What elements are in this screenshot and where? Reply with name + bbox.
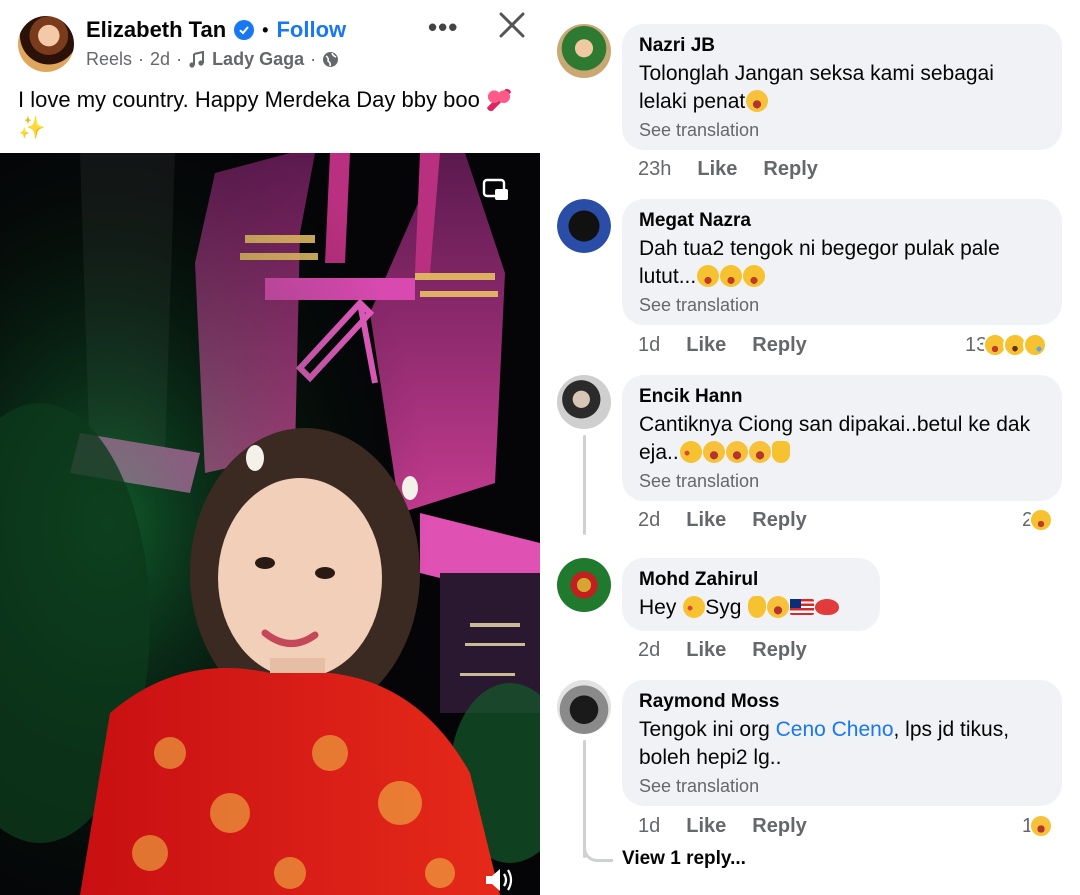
comment-text: Dah tua2 tengok ni begegor pulak pale lu… <box>639 237 1000 288</box>
folded-hands-emoji <box>771 441 790 463</box>
comment-bubble: Mohd Zahirul Hey Syg <box>622 558 880 631</box>
comment-author[interactable]: Mohd Zahirul <box>639 568 862 591</box>
haha-reaction-icon <box>1029 508 1054 532</box>
post-type: Reels <box>86 49 133 69</box>
close-icon[interactable] <box>495 8 529 42</box>
sad-reaction-icon <box>1023 333 1048 357</box>
care-reaction-icon <box>1029 814 1054 838</box>
post-meta: Reels · 2d · Lady Gaga · <box>86 49 339 70</box>
thread-line <box>583 435 586 535</box>
rofl-emoji <box>725 441 748 463</box>
like-button[interactable]: Like <box>697 158 737 181</box>
commenter-avatar[interactable] <box>557 199 611 253</box>
like-button[interactable]: Like <box>686 639 726 662</box>
reel-video[interactable] <box>0 153 540 895</box>
comments-panel: Nazri JB Tolonglah Jangan seksa kami seb… <box>540 0 1080 895</box>
globe-icon <box>323 52 339 67</box>
reaction-summary[interactable]: 13 <box>965 333 1048 357</box>
comment-author[interactable]: Nazri JB <box>639 34 1044 57</box>
rofl-emoji <box>748 441 771 463</box>
thread-curve <box>583 840 613 862</box>
mention-link[interactable]: Ceno Cheno <box>776 718 894 741</box>
squinting-tongue-emoji <box>720 265 743 287</box>
reel-post: Elizabeth Tan • Follow Reels · 2d · Lady… <box>0 0 540 895</box>
comment-text: Tolonglah Jangan seksa kami sebagai lela… <box>639 62 994 113</box>
comment-time[interactable]: 1d <box>638 334 660 357</box>
verified-badge-icon <box>234 20 255 40</box>
comment-bubble: Encik Hann Cantiknya Ciong san dipakai..… <box>622 375 1062 501</box>
comment-author[interactable]: Raymond Moss <box>639 690 1044 713</box>
follow-button[interactable]: Follow <box>276 17 346 43</box>
comment-actions: 2d Like Reply <box>638 509 807 532</box>
squinting-tongue-emoji <box>743 265 766 287</box>
author-name[interactable]: Elizabeth Tan <box>86 17 226 43</box>
like-button[interactable]: Like <box>686 509 726 532</box>
reaction-summary[interactable]: 1 <box>1022 814 1054 838</box>
comment-time[interactable]: 23h <box>638 158 671 181</box>
hugging-emoji <box>767 596 790 618</box>
comment-actions: 23h Like Reply <box>638 158 818 181</box>
squinting-tongue-emoji <box>697 265 720 287</box>
comment-bubble: Raymond Moss Tengok ini org Ceno Cheno, … <box>622 680 1062 806</box>
reply-button[interactable]: Reply <box>752 334 806 357</box>
reply-button[interactable]: Reply <box>752 509 806 532</box>
separator-dot: • <box>262 19 269 40</box>
comment-author[interactable]: Megat Nazra <box>639 209 1044 232</box>
see-translation-link[interactable]: See translation <box>639 470 1044 492</box>
comment-time[interactable]: 1d <box>638 815 660 838</box>
comment-actions: 1d Like Reply <box>638 334 807 357</box>
like-button[interactable]: Like <box>686 334 726 357</box>
see-translation-link[interactable]: See translation <box>639 775 1044 797</box>
yawn-emoji <box>679 441 702 463</box>
view-replies-link[interactable]: View 1 reply... <box>622 848 746 870</box>
music-note-icon <box>189 50 205 68</box>
video-frame <box>0 153 540 895</box>
comment-text: Cantiknya Ciong san dipakai..betul ke da… <box>639 413 1031 464</box>
sound-icon[interactable] <box>482 865 516 895</box>
comment-time[interactable]: 2d <box>638 509 660 532</box>
commenter-avatar[interactable] <box>557 375 611 429</box>
ok-hand-emoji <box>748 596 767 618</box>
like-button[interactable]: Like <box>686 815 726 838</box>
reply-button[interactable]: Reply <box>763 158 817 181</box>
rofl-emoji <box>702 441 725 463</box>
reply-button[interactable]: Reply <box>752 815 806 838</box>
reaction-summary[interactable]: 2 <box>1022 508 1054 532</box>
author-avatar[interactable] <box>18 16 74 72</box>
reply-button[interactable]: Reply <box>752 639 806 662</box>
kiss-lips-emoji <box>815 599 840 615</box>
comment-author[interactable]: Encik Hann <box>639 385 1044 408</box>
comment-actions: 1d Like Reply <box>638 815 807 838</box>
see-translation-link[interactable]: See translation <box>639 294 1044 316</box>
post-header: Elizabeth Tan • Follow <box>86 17 346 43</box>
commenter-avatar[interactable] <box>557 24 611 78</box>
smiling-hearts-emoji <box>683 596 706 618</box>
more-options-icon[interactable]: ••• <box>428 12 458 43</box>
see-translation-link[interactable]: See translation <box>639 119 1044 141</box>
comment-bubble: Megat Nazra Dah tua2 tengok ni begegor p… <box>622 199 1062 325</box>
picture-in-picture-icon[interactable] <box>482 178 510 202</box>
comment-bubble: Nazri JB Tolonglah Jangan seksa kami seb… <box>622 24 1062 150</box>
sparkles-emoji: ✨ <box>18 115 46 140</box>
comment-time[interactable]: 2d <box>638 639 660 662</box>
comment-text: Tengok ini org Ceno Cheno, lps jd tikus,… <box>639 718 1010 769</box>
commenter-avatar[interactable] <box>557 558 611 612</box>
heart-sparkle-emoji <box>486 89 511 111</box>
woozy-face-emoji <box>746 90 769 112</box>
post-age[interactable]: 2d <box>150 49 170 70</box>
post-caption: I love my country. Happy Merdeka Day bby… <box>18 86 523 142</box>
comment-actions: 2d Like Reply <box>638 639 807 662</box>
malaysia-flag-emoji <box>790 599 815 615</box>
commenter-avatar[interactable] <box>557 680 611 734</box>
music-title[interactable]: Lady Gaga <box>212 49 304 70</box>
comment-text: Hey Syg <box>639 594 862 622</box>
